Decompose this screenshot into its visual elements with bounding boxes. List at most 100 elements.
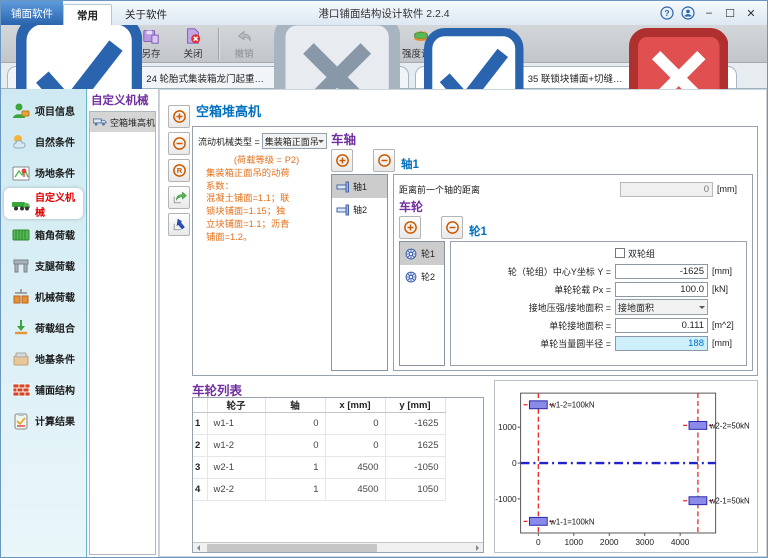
close-button[interactable]: ✕ <box>744 6 758 20</box>
sidebar-item-7[interactable]: 荷载组合 <box>4 312 83 343</box>
dual-wheel-checkbox[interactable] <box>615 248 625 258</box>
pavement-icon <box>11 380 31 400</box>
axle-icon <box>336 204 350 216</box>
results-icon <box>11 411 31 431</box>
document-tab-1[interactable]: 35 联锁块铺面+切缝混凝土基层+粒料底基层+无垫层，自定义机械荷载 <box>415 66 737 88</box>
wheel-field-4-input[interactable]: 188 <box>615 336 708 351</box>
axle-distance-unit: [mm] <box>713 184 747 194</box>
toolbar-button-close-file[interactable]: 关闭 <box>172 26 214 62</box>
table-header: 轮子 <box>207 398 265 413</box>
custom-machine-icon <box>11 194 31 214</box>
table-cell: 1 <box>265 479 325 501</box>
load-grade-hint: (荷载等级 = P2)集装箱正面吊的动荷系数：混凝土铺面=1.1；联锁块铺面=1… <box>198 154 327 244</box>
table-row[interactable]: 1w1-100-1625 <box>193 413 445 435</box>
minimize-button[interactable]: – <box>702 6 716 20</box>
table-cell: 4500 <box>325 479 385 501</box>
sidebar-item-3[interactable]: 自定义机械 <box>4 188 83 219</box>
sidebar-item-10[interactable]: 计算结果 <box>4 405 83 436</box>
document-tab-label: 35 联锁块铺面+切缝混凝土基层+粒料底基层+无垫层，自定义机械荷载 <box>528 71 625 85</box>
machine-list-item-0[interactable]: 空箱堆高机 <box>90 112 155 132</box>
svg-text:w2-1=50kN: w2-1=50kN <box>709 496 750 505</box>
svg-text:w1-1=100kN: w1-1=100kN <box>549 517 595 526</box>
wheel-list-item-0[interactable]: 轮1 <box>400 242 444 265</box>
wheel-field-3-input[interactable]: 0.111 <box>615 318 708 333</box>
window-controls: ? –☐ ✕ <box>651 1 767 25</box>
table-cell: 0 <box>325 413 385 435</box>
sidebar-item-label: 计算结果 <box>35 413 75 428</box>
titlebar: 铺面软件 常用关于软件 港口铺面结构设计软件 2.2.4 ?–☐✕ <box>1 1 767 25</box>
add-machine-button[interactable] <box>168 105 190 128</box>
wheel-field-1-input[interactable]: 100.0 <box>615 282 708 297</box>
sidebar-item-0[interactable]: 项目信息 <box>4 95 83 126</box>
sidebar-item-6[interactable]: 机械荷载 <box>4 281 83 312</box>
remove-icon <box>172 136 187 151</box>
table-cell: 1050 <box>385 479 445 501</box>
app-menu-button[interactable]: 铺面软件 <box>1 1 63 25</box>
wheel-title: 轮1 <box>469 223 487 239</box>
table-row[interactable]: 2w1-2001625 <box>193 435 445 457</box>
document-tab-0[interactable]: 24 轮胎式集装箱龙门起重机，RTG56S41，空载，总作用次数5000次，等级… <box>7 66 409 88</box>
axle-section: 车轴 轴1 轴1轴2 距离前一个轴的距离 0 [mm] <box>329 127 757 375</box>
wheel-list-item-label: 轮1 <box>421 247 435 260</box>
scroll-right-icon[interactable] <box>473 543 483 553</box>
table-cell: -1625 <box>385 413 445 435</box>
chart-canvas: 01000200030004000-100001000w1-2=100kNw2-… <box>495 382 757 552</box>
remove-machine-button[interactable] <box>168 132 190 155</box>
toolbar-button-undo[interactable]: 撤销 <box>223 26 265 62</box>
toolbar-button-label: 撤销 <box>234 46 253 60</box>
ribbon-tab-0[interactable]: 常用 <box>63 4 112 25</box>
horizontal-scrollbar[interactable] <box>193 542 483 552</box>
machine-type-select[interactable]: 集装箱正面吊 <box>262 133 327 149</box>
wheel-list-item-1[interactable]: 轮2 <box>400 265 444 288</box>
axle-list-item-0[interactable]: 轴1 <box>332 175 387 198</box>
axle-list-item-1[interactable]: 轴2 <box>332 198 387 221</box>
remove-wheel-button[interactable] <box>441 216 463 239</box>
table-cell: 0 <box>325 435 385 457</box>
add-wheel-button[interactable] <box>399 216 421 239</box>
r-circle-machine-button[interactable]: R <box>168 159 190 182</box>
sidebar-item-1[interactable]: 自然条件 <box>4 126 83 157</box>
project-info-icon <box>11 101 31 121</box>
maximize-button[interactable]: ☐ <box>723 6 737 20</box>
machine-list-item-label: 空箱堆高机 <box>110 116 155 129</box>
svg-text:w2-2=50kN: w2-2=50kN <box>709 421 750 430</box>
wheel-icon <box>404 271 418 283</box>
scroll-left-icon[interactable] <box>193 543 203 553</box>
remove-axle-button[interactable] <box>373 149 395 172</box>
site-icon <box>11 163 31 183</box>
wheel-table-box: 轮子轴x [mm]y [mm]1w1-100-16252w1-20016253w… <box>192 397 484 553</box>
hint-line-2: 系数： <box>206 180 327 193</box>
wheel-field-0-input[interactable]: -1625 <box>615 264 708 279</box>
sidebar-item-4[interactable]: 箱角荷载 <box>4 219 83 250</box>
sidebar-item-label: 自定义机械 <box>35 189 83 219</box>
axle-distance-label: 距离前一个轴的距离 <box>399 183 620 196</box>
sidebar-item-5[interactable]: 支腿荷载 <box>4 250 83 281</box>
help-button[interactable]: ? <box>660 6 674 20</box>
axle-list: 轴1轴2 <box>331 174 388 371</box>
help-icon[interactable]: ? <box>660 6 674 20</box>
table-row[interactable]: 4w2-2145001050 <box>193 479 445 501</box>
wheel-field-2-select[interactable]: 接地面积 <box>615 299 708 315</box>
svg-text:R: R <box>176 166 182 175</box>
scrollbar-thumb[interactable] <box>207 544 377 552</box>
add-axle-button[interactable] <box>331 149 353 172</box>
ribbon-tab-1[interactable]: 关于软件 <box>112 4 180 25</box>
account-button[interactable] <box>681 6 695 20</box>
hint-line-6: 铺面=1.2。 <box>206 231 327 244</box>
dual-wheel-checkbox-label: 双轮组 <box>628 247 655 260</box>
table-cell: w2-1 <box>207 457 265 479</box>
wheel-field-0-label: 轮（轮组）中心Y坐标 Y = <box>455 265 615 278</box>
import-arrow-machine-button[interactable] <box>168 213 190 236</box>
sidebar-item-label: 自然条件 <box>35 134 75 149</box>
table-header: y [mm] <box>385 398 445 413</box>
sidebar-item-8[interactable]: 地基条件 <box>4 343 83 374</box>
sidebar-item-2[interactable]: 场地条件 <box>4 157 83 188</box>
axle-distance-input[interactable]: 0 <box>620 182 713 197</box>
table-row[interactable]: 3w2-114500-1050 <box>193 457 445 479</box>
export-arrow-machine-button[interactable] <box>168 186 190 209</box>
wheel-list: 轮1轮2 <box>399 241 445 366</box>
chevron-down-icon <box>699 306 705 312</box>
sidebar-item-9[interactable]: 铺面结构 <box>4 374 83 405</box>
machine-action-buttons: R <box>168 105 191 236</box>
account-icon[interactable] <box>681 6 695 20</box>
